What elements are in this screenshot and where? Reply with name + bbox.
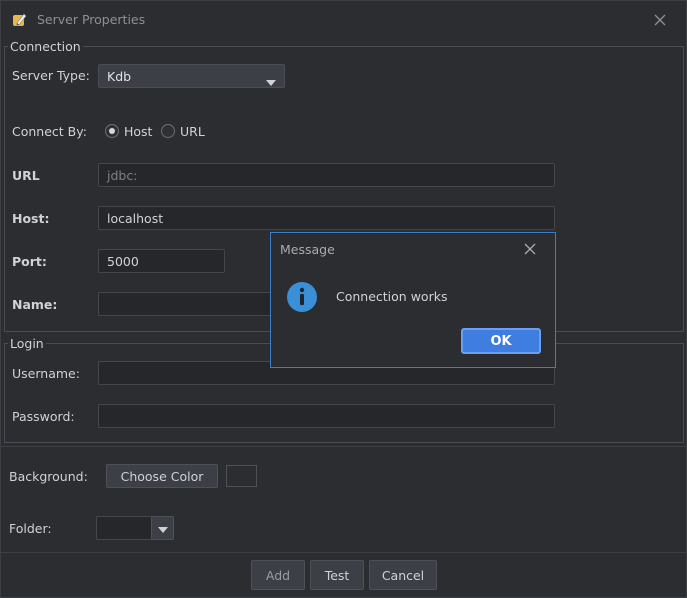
radio-url-label: URL bbox=[180, 124, 205, 139]
host-field[interactable]: localhost bbox=[98, 206, 555, 230]
background-label: Background: bbox=[9, 469, 88, 484]
server-type-value: Kdb bbox=[107, 68, 132, 84]
radio-host-label: Host bbox=[124, 124, 153, 139]
info-icon bbox=[286, 281, 318, 313]
port-label: Port: bbox=[12, 254, 47, 269]
close-icon[interactable] bbox=[523, 242, 537, 256]
radio-url[interactable] bbox=[161, 124, 175, 138]
url-field[interactable]: jdbc: bbox=[98, 163, 555, 187]
name-label: Name: bbox=[12, 297, 58, 312]
connect-by-label: Connect By: bbox=[12, 124, 87, 139]
chevron-down-icon bbox=[157, 521, 168, 536]
footer-separator bbox=[0, 552, 687, 553]
window-title: Server Properties bbox=[37, 12, 146, 27]
folder-label: Folder: bbox=[9, 521, 52, 536]
server-type-select[interactable]: Kdb bbox=[98, 64, 285, 88]
login-legend: Login bbox=[8, 336, 46, 351]
folder-dropdown-button[interactable] bbox=[151, 516, 174, 540]
folder-field[interactable] bbox=[96, 516, 152, 540]
choose-color-button[interactable]: Choose Color bbox=[106, 464, 218, 488]
port-field[interactable]: 5000 bbox=[98, 249, 225, 273]
chevron-down-icon bbox=[266, 74, 276, 89]
host-label: Host: bbox=[12, 211, 50, 226]
radio-host[interactable] bbox=[105, 124, 119, 138]
message-title: Message bbox=[280, 242, 335, 257]
ok-button[interactable]: OK bbox=[461, 328, 541, 354]
app-pencil-icon bbox=[12, 12, 28, 28]
url-label: URL bbox=[12, 168, 40, 183]
color-swatch[interactable] bbox=[226, 465, 257, 487]
title-bar: Server Properties bbox=[0, 0, 687, 40]
password-field[interactable] bbox=[98, 404, 555, 428]
cancel-button[interactable]: Cancel bbox=[369, 560, 437, 590]
message-text: Connection works bbox=[336, 289, 448, 304]
message-dialog: Message Connection works OK bbox=[270, 232, 556, 368]
separator bbox=[0, 446, 687, 447]
connection-legend: Connection bbox=[8, 39, 83, 54]
test-button[interactable]: Test bbox=[310, 560, 364, 590]
close-icon[interactable] bbox=[652, 12, 668, 28]
add-button[interactable]: Add bbox=[251, 560, 305, 590]
username-label: Username: bbox=[12, 366, 80, 381]
server-type-label: Server Type: bbox=[12, 68, 90, 83]
password-label: Password: bbox=[12, 409, 75, 424]
